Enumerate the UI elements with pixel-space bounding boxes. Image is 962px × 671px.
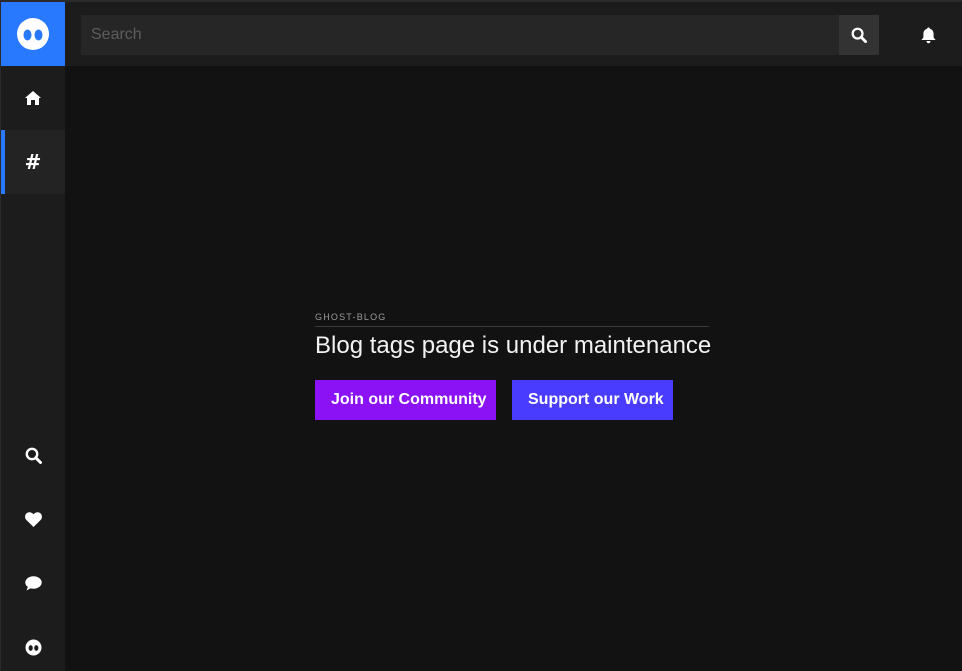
logo-button[interactable] (1, 2, 65, 66)
ghost-eyes-logo-icon (17, 18, 49, 50)
maintenance-notice: GHOST-BLOG Blog tags page is under maint… (315, 312, 715, 420)
home-icon (25, 91, 41, 105)
sidebar-item-ghost[interactable] (1, 615, 65, 671)
cta-buttons: Join our Community Support our Work (315, 380, 715, 420)
page-title: Blog tags page is under maintenance (315, 332, 712, 359)
sidebar-item-search[interactable] (1, 423, 65, 487)
bell-icon (920, 27, 936, 43)
chat-bubble-icon (24, 575, 42, 590)
heart-icon (24, 511, 42, 527)
search-input[interactable] (81, 15, 839, 55)
sidebar-item-home[interactable] (1, 66, 65, 130)
ghost-eyes-icon (25, 639, 41, 655)
app-window: # Search GHOST-BLOG Blog tags page is un… (0, 0, 962, 671)
tag-label: GHOST-BLOG (315, 312, 709, 327)
join-community-button[interactable]: Join our Community (315, 380, 496, 420)
search-icon (25, 447, 42, 464)
notifications-button[interactable] (911, 18, 945, 52)
search-icon (851, 27, 867, 43)
sidebar-item-tags[interactable]: # (1, 130, 65, 194)
sidebar-item-favorites[interactable] (1, 487, 65, 551)
support-work-button[interactable]: Support our Work (512, 380, 673, 420)
top-bar (65, 2, 962, 66)
search-button[interactable] (839, 15, 879, 55)
hash-icon: # (24, 150, 42, 174)
sidebar: # (1, 2, 65, 671)
sidebar-item-comments[interactable] (1, 551, 65, 615)
